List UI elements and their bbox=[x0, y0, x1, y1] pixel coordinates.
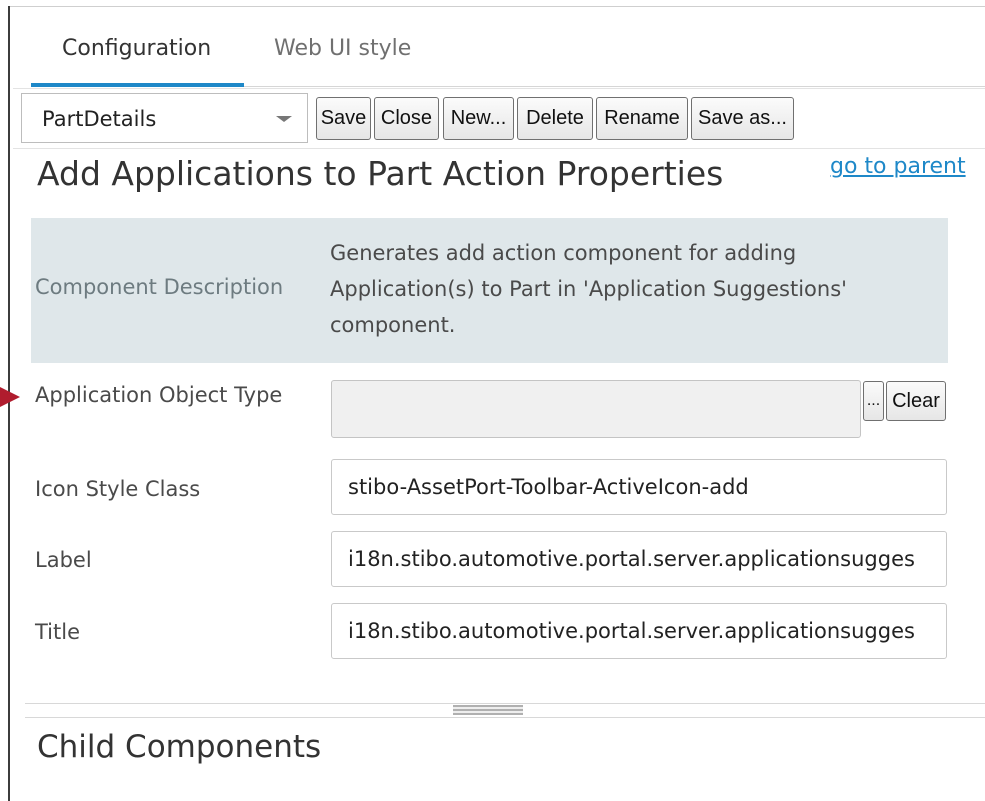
active-tab-indicator bbox=[31, 83, 244, 87]
title-field-label: Title bbox=[35, 620, 81, 644]
icon-style-class-label: Icon Style Class bbox=[35, 477, 201, 501]
child-components-heading: Child Components bbox=[37, 729, 322, 765]
new-button[interactable]: New... bbox=[443, 97, 514, 140]
application-object-type-field[interactable] bbox=[331, 380, 861, 438]
page-title: Add Applications to Part Action Properti… bbox=[37, 154, 724, 193]
tab-configuration[interactable]: Configuration bbox=[62, 34, 211, 64]
icon-style-class-field[interactable] bbox=[331, 459, 947, 515]
delete-button[interactable]: Delete bbox=[517, 97, 593, 140]
label-field[interactable] bbox=[331, 531, 947, 587]
save-as-button[interactable]: Save as... bbox=[691, 97, 794, 140]
rename-button[interactable]: Rename bbox=[596, 97, 688, 140]
label-field-label: Label bbox=[35, 548, 92, 572]
toolbar-divider-top bbox=[13, 88, 985, 89]
arrow-right-icon bbox=[0, 387, 20, 407]
window-top-border bbox=[8, 6, 985, 7]
close-button[interactable]: Close bbox=[374, 97, 439, 140]
tabs-divider bbox=[244, 86, 985, 87]
clear-button[interactable]: Clear bbox=[886, 381, 946, 421]
toolbar-divider-bottom bbox=[13, 148, 985, 149]
splitter-handle[interactable] bbox=[453, 705, 523, 715]
component-description-panel: Component Description Generates add acti… bbox=[31, 218, 948, 363]
tab-web-ui-style[interactable]: Web UI style bbox=[274, 34, 411, 64]
component-description-label: Component Description bbox=[35, 275, 284, 299]
chevron-down-icon bbox=[276, 116, 292, 122]
go-to-parent-link[interactable]: go to parent bbox=[830, 150, 966, 184]
save-button[interactable]: Save bbox=[316, 97, 371, 140]
splitter-divider-bottom bbox=[25, 717, 985, 718]
splitter-divider-top bbox=[25, 703, 985, 704]
component-description-text: Generates add action component for addin… bbox=[330, 241, 847, 337]
application-object-type-label: Application Object Type bbox=[35, 383, 283, 407]
title-field[interactable] bbox=[331, 603, 947, 659]
component-select[interactable]: PartDetails bbox=[21, 93, 308, 143]
browse-button[interactable]: ... bbox=[863, 381, 884, 421]
component-select-value: PartDetails bbox=[42, 107, 157, 131]
